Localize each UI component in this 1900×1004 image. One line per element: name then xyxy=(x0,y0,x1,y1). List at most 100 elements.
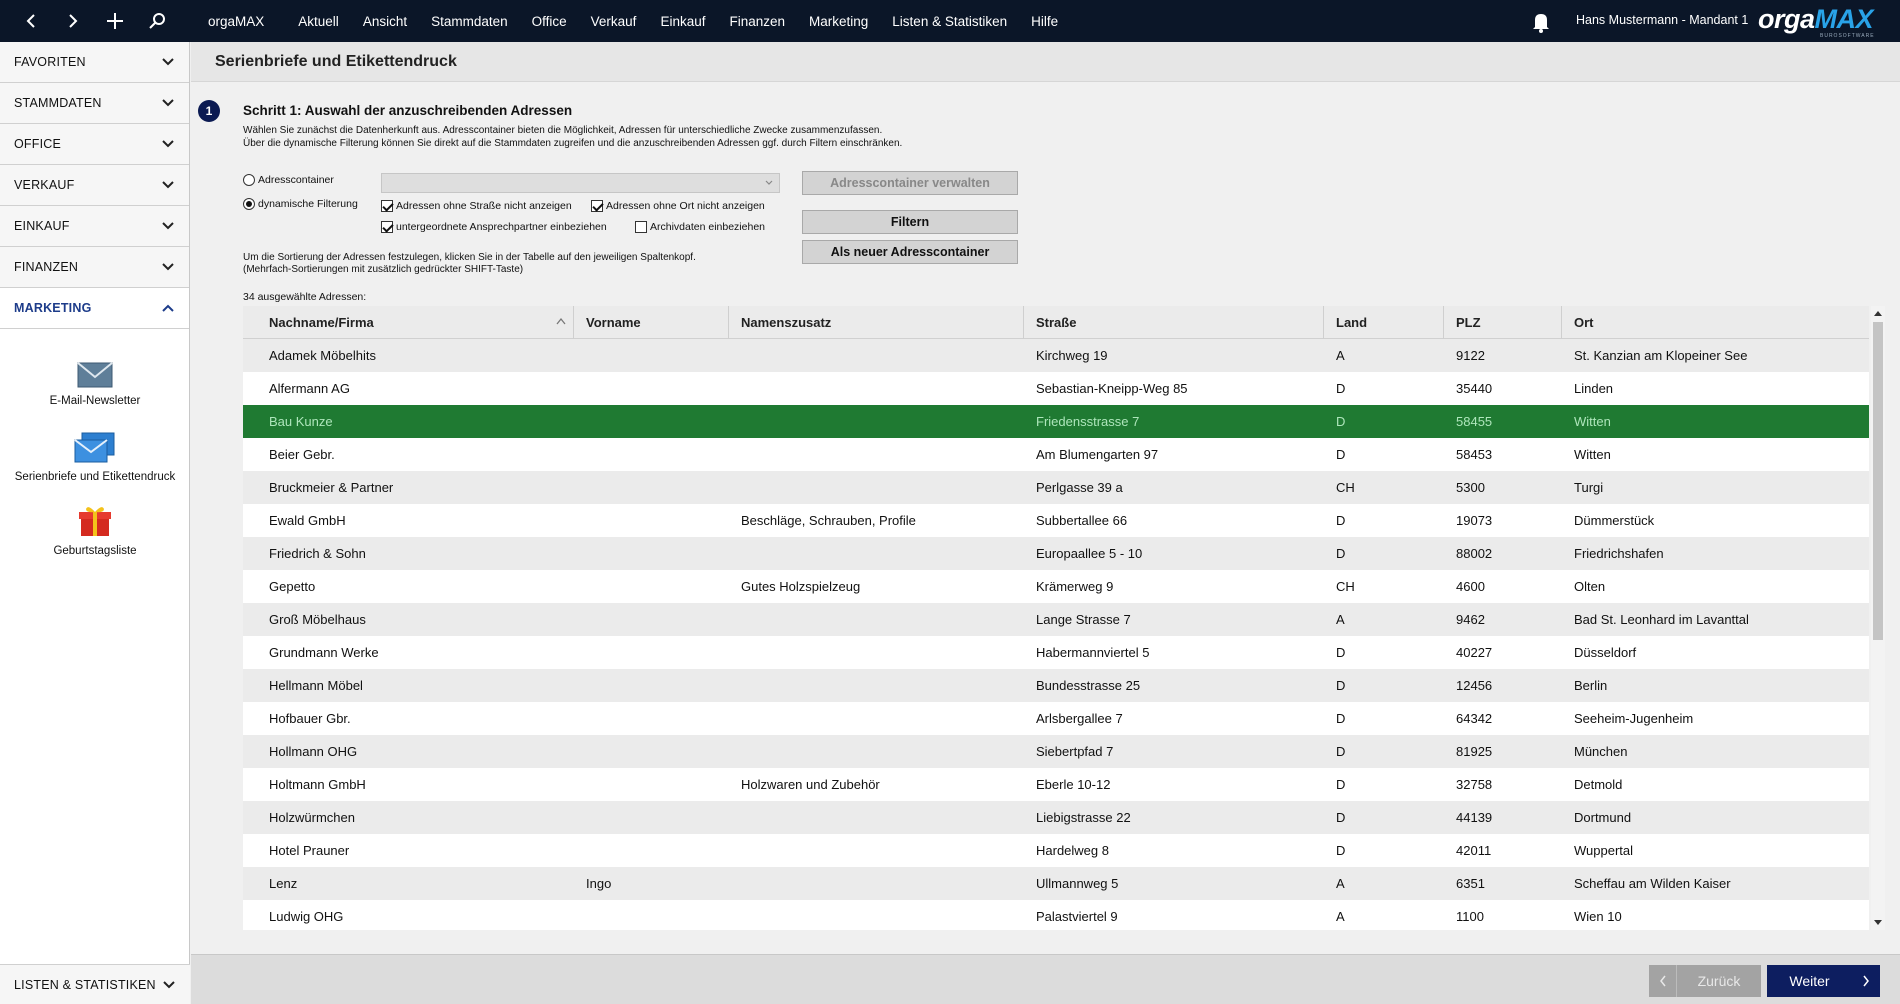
cell-namenszusatz: Holzwaren und Zubehör xyxy=(741,777,880,792)
cell-strasse: Eberle 10-12 xyxy=(1036,777,1111,792)
manage-container-button[interactable]: Adresscontainer verwalten xyxy=(802,171,1018,195)
check-no-street[interactable]: Adressen ohne Straße nicht anzeigen xyxy=(381,200,572,212)
back-button-label: Zurück xyxy=(1697,973,1741,989)
checkbox[interactable] xyxy=(381,221,393,233)
checkbox[interactable] xyxy=(381,200,393,212)
cell-strasse: Ullmannweg 5 xyxy=(1036,876,1119,891)
new-container-button[interactable]: Als neuer Adresscontainer xyxy=(802,240,1018,264)
menu-aktuell[interactable]: Aktuell xyxy=(298,14,339,29)
table-row[interactable]: Adamek Möbelhits Kirchweg 19 A 9122 St. Kanz… xyxy=(243,339,1869,372)
column-header-plz[interactable]: PLZ xyxy=(1444,306,1562,339)
table-row[interactable]: Lenz Ingo Ullmannweg 5 A 6351 Scheffau am Wil… xyxy=(243,867,1869,900)
check-archive[interactable]: Archivdaten einbeziehen xyxy=(635,221,765,233)
forward-arrow-icon[interactable] xyxy=(58,6,88,36)
sidebar-section-stammdaten[interactable]: STAMMDATEN xyxy=(0,83,189,124)
table-row[interactable]: Groß Möbelhaus Lange Strasse 7 A 9462 Bad St… xyxy=(243,603,1869,636)
cell-strasse: Europaallee 5 - 10 xyxy=(1036,546,1143,561)
table-row[interactable]: Bruckmeier & Partner Perlgasse 39 a CH 5300… xyxy=(243,471,1869,504)
column-header-strasse[interactable]: Straße xyxy=(1024,306,1324,339)
menu-verkauf[interactable]: Verkauf xyxy=(591,14,637,29)
sidebar-section-office[interactable]: OFFICE xyxy=(0,124,189,165)
sidebar-section-finanzen[interactable]: FINANZEN xyxy=(0,247,189,288)
table-row[interactable]: Ewald GmbH Beschläge, Schrauben, Profile S… xyxy=(243,504,1869,537)
plus-icon[interactable] xyxy=(100,6,130,36)
sidebar-app-geburtstagsliste[interactable]: Geburtstagsliste xyxy=(0,504,190,557)
cell-land: D xyxy=(1336,513,1346,528)
sidebar-app-email-newsletter[interactable]: E-Mail-Newsletter xyxy=(0,362,190,407)
checkbox[interactable] xyxy=(591,200,603,212)
cell-name: Hotel Prauner xyxy=(269,843,350,858)
cell-ort: Dümmerstück xyxy=(1574,513,1655,528)
menu-ansicht[interactable]: Ansicht xyxy=(363,14,407,29)
scrollbar-thumb[interactable] xyxy=(1873,322,1883,640)
cell-plz: 19073 xyxy=(1456,513,1493,528)
adresscontainer-dropdown[interactable] xyxy=(381,173,780,193)
radio-dynamische-filterung[interactable]: dynamische Filterung xyxy=(243,198,358,210)
menu-finanzen[interactable]: Finanzen xyxy=(729,14,785,29)
bell-icon[interactable] xyxy=(1530,11,1554,33)
table-row[interactable]: Holtmann GmbH Holzwaren und Zubehör Eberle… xyxy=(243,768,1869,801)
search-icon[interactable] xyxy=(142,6,172,36)
table-row[interactable]: Hellmann Möbel Bundesstrasse 25 D 12456 Berl… xyxy=(243,669,1869,702)
sidebar-section-label: VERKAUF xyxy=(14,178,75,192)
menu-stammdaten[interactable]: Stammdaten xyxy=(431,14,508,29)
cell-strasse: Lange Strasse 7 xyxy=(1036,612,1131,627)
scroll-up-icon[interactable] xyxy=(1871,306,1885,320)
back-arrow-icon[interactable] xyxy=(16,6,46,36)
sidebar-section-verkauf[interactable]: VERKAUF xyxy=(0,165,189,206)
table-row[interactable]: Alfermann AG Sebastian-Kneipp-Weg 85 D 3544… xyxy=(243,372,1869,405)
table-row[interactable]: Ludwig OHG Palastviertel 9 A 1100 Wien 10 xyxy=(243,900,1869,930)
menu-marketing[interactable]: Marketing xyxy=(809,14,868,29)
sidebar-section-favoriten[interactable]: FAVORITEN xyxy=(0,42,189,83)
cell-ort: Dortmund xyxy=(1574,810,1632,825)
cell-ort: Witten xyxy=(1574,414,1611,429)
column-header-vorname[interactable]: Vorname xyxy=(574,306,729,339)
menu-listen-statistiken[interactable]: Listen & Statistiken xyxy=(892,14,1007,29)
cell-name: Bau Kunze xyxy=(269,414,333,429)
scroll-down-icon[interactable] xyxy=(1871,916,1885,930)
table-row[interactable]: Friedrich & Sohn Europaallee 5 - 10 D 88002… xyxy=(243,537,1869,570)
checkbox[interactable] xyxy=(635,221,647,233)
column-header-namenszusatz[interactable]: Namenszusatz xyxy=(729,306,1024,339)
cell-name: Ewald GmbH xyxy=(269,513,346,528)
table-row[interactable]: Hofbauer Gbr. Arlsbergallee 7 D 64342 Seehei… xyxy=(243,702,1869,735)
radio-button[interactable] xyxy=(243,174,255,186)
cell-namenszusatz xyxy=(729,867,741,900)
table-scrollbar[interactable] xyxy=(1871,306,1885,930)
column-header-name[interactable]: Nachname/Firma xyxy=(243,306,574,339)
radio-button[interactable] xyxy=(243,198,255,210)
page-header: Serienbriefe und Etikettendruck xyxy=(191,42,1900,82)
filter-button[interactable]: Filtern xyxy=(802,210,1018,234)
column-header-ort[interactable]: Ort xyxy=(1562,306,1869,339)
cell-namenszusatz xyxy=(729,669,741,702)
table-row[interactable]: Gepetto Gutes Holzspielzeug Krämerweg 9 CH 4… xyxy=(243,570,1869,603)
back-button[interactable]: Zurück xyxy=(1649,965,1761,997)
app-label: Geburtstagsliste xyxy=(53,545,137,557)
sidebar-app-serienbriefe[interactable]: Serienbriefe und Etikettendruck xyxy=(0,432,190,483)
cell-plz: 58455 xyxy=(1456,414,1493,429)
sidebar-section-listen-statistiken[interactable]: LISTEN & STATISTIKEN xyxy=(0,964,190,1004)
table-row[interactable]: Hotel Prauner Hardelweg 8 D 42011 Wuppertal xyxy=(243,834,1869,867)
column-header-land[interactable]: Land xyxy=(1324,306,1444,339)
menu-orgamax[interactable]: orgaMAX xyxy=(208,14,264,29)
check-subcontacts[interactable]: untergeordnete Ansprechpartner einbezieh… xyxy=(381,221,607,233)
menu-einkauf[interactable]: Einkauf xyxy=(660,14,705,29)
table-row[interactable]: Holzwürmchen Liebigstrasse 22 D 44139 Dortmu… xyxy=(243,801,1869,834)
sidebar-section-einkauf[interactable]: EINKAUF xyxy=(0,206,189,247)
cell-namenszusatz: Gutes Holzspielzeug xyxy=(741,579,861,594)
table-row[interactable]: Bau Kunze Friedensstrasse 7 D 58455 Witten xyxy=(243,405,1869,438)
menu-hilfe[interactable]: Hilfe xyxy=(1031,14,1058,29)
menu-office[interactable]: Office xyxy=(532,14,567,29)
user-name[interactable]: Hans Mustermann - Mandant 1 xyxy=(1576,13,1748,27)
radio-label: Adresscontainer xyxy=(258,174,334,186)
cell-strasse: Siebertpfad 7 xyxy=(1036,744,1114,759)
radio-adresscontainer[interactable]: Adresscontainer xyxy=(243,174,334,186)
table-row[interactable]: Grundmann Werke Habermannviertel 5 D 40227 D… xyxy=(243,636,1869,669)
check-no-city[interactable]: Adressen ohne Ort nicht anzeigen xyxy=(591,200,765,212)
next-button[interactable]: Weiter xyxy=(1767,965,1880,997)
sidebar-section-marketing[interactable]: MARKETING xyxy=(0,288,189,329)
cell-name: Grundmann Werke xyxy=(269,645,379,660)
table-row[interactable]: Beier Gebr. Am Blumengarten 97 D 58453 Witte… xyxy=(243,438,1869,471)
sidebar-section-label: FAVORITEN xyxy=(14,55,86,69)
table-row[interactable]: Hollmann OHG Siebertpfad 7 D 81925 München xyxy=(243,735,1869,768)
